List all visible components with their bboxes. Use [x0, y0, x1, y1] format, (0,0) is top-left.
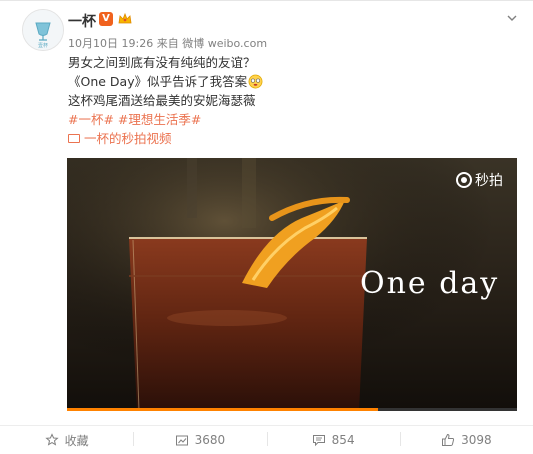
comment-count: 854 [331, 433, 355, 447]
favorite-label: 收藏 [64, 433, 89, 448]
miaopai-watermark: 秒拍 [456, 170, 503, 190]
crown-icon [118, 12, 132, 24]
content-line: 男女之间到底有没有纯纯的友谊？ [68, 55, 256, 70]
post-content: 男女之间到底有没有纯纯的友谊？ 《One Day》似乎告诉了我答案 这杯鸡尾酒送… [68, 53, 508, 148]
repost-count: 3680 [194, 433, 226, 447]
video-progress-bar[interactable] [67, 408, 517, 411]
video-icon [68, 134, 80, 143]
favorite-button[interactable]: 收藏 [0, 426, 133, 454]
source-prefix: 来自 [156, 37, 179, 50]
chevron-down-icon[interactable] [505, 11, 519, 25]
action-bar: 收藏 3680 854 3098 [0, 425, 533, 454]
shy-face-emoji-icon [248, 74, 263, 89]
content-line-with-emoji: 《One Day》似乎告诉了我答案 [68, 72, 508, 91]
watermark-label: 秒拍 [475, 173, 503, 189]
star-icon [44, 433, 59, 446]
repost-icon [175, 435, 188, 446]
video-link-label: 一杯的秒拍视频 [84, 131, 172, 146]
video-progress-fill [67, 408, 378, 411]
video-player[interactable]: 秒拍 One day [67, 158, 517, 411]
miaopai-logo-icon [456, 172, 472, 188]
repost-button[interactable]: 3680 [133, 426, 266, 454]
svg-text:壹杯: 壹杯 [38, 42, 48, 49]
verified-badge-icon: V [99, 12, 113, 26]
post-source[interactable]: 微博 weibo.com [182, 37, 267, 50]
video-overlay-title: One day [360, 266, 500, 301]
video-link[interactable]: 一杯的秒拍视频 [68, 129, 508, 148]
post-time[interactable]: 10月10日 19:26 [68, 37, 153, 50]
avatar[interactable]: 壹杯 [22, 9, 64, 51]
content-line: 《One Day》似乎告诉了我答案 [68, 74, 248, 89]
post-meta: 10月10日 19:26 来自 微博 weibo.com [68, 35, 267, 51]
like-button[interactable]: 3098 [399, 426, 533, 454]
user-name[interactable]: 一杯 [68, 11, 96, 31]
like-count: 3098 [461, 433, 492, 447]
topic-tags[interactable]: #一杯# #理想生活季# [68, 110, 508, 129]
weibo-post-card: 壹杯 一杯 V 10月10日 19:26 来自 微博 weibo.com 男女之… [0, 0, 533, 452]
content-line: 这杯鸡尾酒送给最美的安妮海瑟薇 [68, 93, 256, 108]
comment-icon [312, 435, 325, 447]
thumbs-up-icon [442, 433, 455, 446]
comment-button[interactable]: 854 [266, 426, 400, 454]
